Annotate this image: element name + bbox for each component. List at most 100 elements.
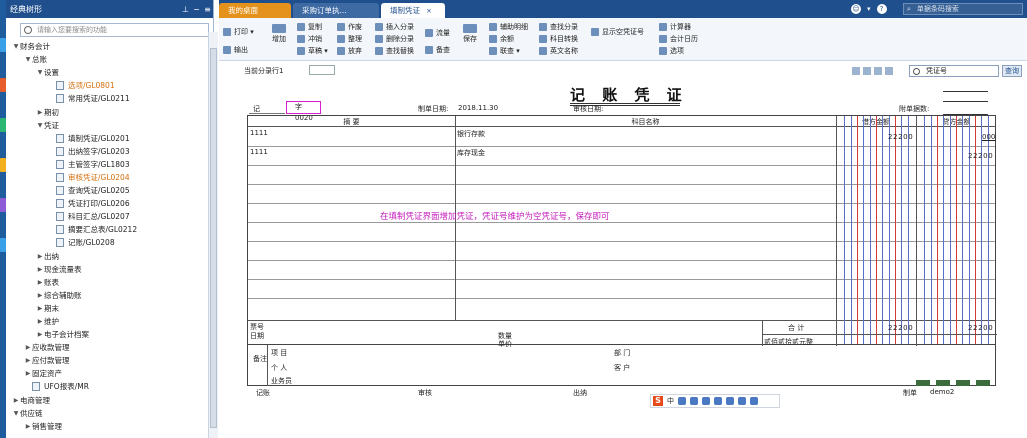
flow-button[interactable]: 流量 [425,28,450,38]
emoji-icon[interactable] [690,397,698,405]
copy-button[interactable]: 复制 [297,22,322,32]
user-icon[interactable]: ☺ [851,4,861,14]
first-page-icon[interactable] [852,67,860,75]
row2-credit[interactable]: 22200 [968,152,993,160]
tree-node[interactable]: UFO报表/MR [6,380,213,393]
tree-node[interactable]: ▶ 期末 [6,302,213,315]
aux-detail-button[interactable]: 辅助明细 [489,22,528,32]
voucher-number-field[interactable]: 字 0020 [286,101,321,122]
current-entry-field[interactable] [309,65,335,75]
find-replace-button[interactable]: 查找替换 [375,46,414,56]
tab-purchase-order[interactable]: 采购订单执... [293,3,379,18]
tree-node[interactable]: ▶ 综合辅助账 [6,289,213,302]
skin-icon[interactable] [738,397,746,405]
tree-node[interactable]: ▼ 凭证 [6,119,213,132]
minimize-icon[interactable]: − [191,5,202,14]
barcode-search-input[interactable]: ⌕ 单据条码搜索 [903,3,1023,15]
row2-summary[interactable]: 1111 [250,148,268,156]
export-button[interactable]: 输出 [223,45,248,55]
row2-account[interactable]: 库存现金 [457,148,485,158]
link-query-button[interactable]: 联查 ▾ [489,46,520,56]
collapse-arrow-icon[interactable]: ▼ [12,43,20,50]
tree-node[interactable]: ▶ 现金流量表 [6,263,213,276]
tree-node[interactable]: ▼ 供应链 [6,407,213,420]
tree-node[interactable]: 出纳签字/GL0203 [6,145,213,158]
tree-search-input[interactable]: 请输入您要搜索的功能 [20,23,209,37]
save-button[interactable]: 保存 [463,24,477,44]
voucher-search-input[interactable]: 凭证号 [909,65,999,77]
row1-account[interactable]: 银行存款 [457,129,485,139]
toolbox-icon[interactable] [726,397,734,405]
expand-arrow-icon[interactable]: ▶ [24,423,32,430]
tab-desktop[interactable]: 我的桌面 [219,3,291,18]
tree-node[interactable]: 审核凭证/GL0204 [6,171,213,184]
tree-node[interactable]: 科目汇总/GL0207 [6,210,213,223]
tab-fill-voucher[interactable]: 填制凭证 × [381,3,445,18]
account-convert-button[interactable]: 科目转换 [539,34,578,44]
expand-arrow-icon[interactable]: ▶ [36,279,44,286]
tree-node[interactable]: ▶ 账表 [6,276,213,289]
discard-button[interactable]: 放弃 [337,46,362,56]
ime-language[interactable]: 中 [667,396,674,406]
show-empty-number-button[interactable]: 显示空凭证号 [591,27,644,37]
tree-node[interactable]: 选项/GL0801 [6,79,213,92]
tree-node[interactable]: ▶ 电子会计档案 [6,328,213,341]
tree-node[interactable]: 凭证打印/GL0206 [6,197,213,210]
expand-arrow-icon[interactable]: ▶ [36,305,44,312]
expand-arrow-icon[interactable]: ▶ [24,344,32,351]
tree-node[interactable]: 查询凭证/GL0205 [6,184,213,197]
dropdown-icon[interactable]: ▾ [867,5,871,13]
tree-node[interactable]: ▶ 应收款管理 [6,341,213,354]
close-icon[interactable]: × [426,7,432,15]
tree-node[interactable]: ▶ 期初 [6,105,213,118]
menu-icon[interactable] [750,397,758,405]
balance-button[interactable]: 余额 [489,34,514,44]
voice-icon[interactable] [702,397,710,405]
tree-node[interactable]: 填制凭证/GL0201 [6,132,213,145]
collapse-arrow-icon[interactable]: ▼ [12,410,20,417]
expand-arrow-icon[interactable]: ▶ [36,331,44,338]
date-value[interactable]: 2018.11.30 [458,104,498,112]
status-icon[interactable] [976,380,990,386]
tidy-button[interactable]: 整理 [337,34,362,44]
expand-arrow-icon[interactable]: ▶ [36,292,44,299]
calculator-button[interactable]: 计算器 [659,22,691,32]
collapse-arrow-icon[interactable]: ▼ [36,122,44,129]
help-icon[interactable]: ? [876,4,887,14]
settings-icon[interactable]: ≡ [202,5,213,14]
void-button[interactable]: 作废 [337,22,362,32]
scrollbar-thumb[interactable] [210,48,217,428]
tree-node[interactable]: ▶ 应付款管理 [6,354,213,367]
row1-debit[interactable]: 22200 [888,133,913,141]
tree-node[interactable]: 摘要汇总表/GL0212 [6,223,213,236]
reverse-button[interactable]: 冲销 [297,34,322,44]
status-icon[interactable] [916,380,930,386]
expand-arrow-icon[interactable]: ▶ [12,397,20,404]
insert-entry-button[interactable]: 插入分录 [375,22,414,32]
tree-node[interactable]: 主管签字/GL1803 [6,158,213,171]
print-button[interactable]: 打印 ▾ [223,27,254,37]
expand-arrow-icon[interactable]: ▶ [24,370,32,377]
add-button[interactable]: 增加 [272,24,286,44]
last-page-icon[interactable] [885,67,893,75]
delete-entry-button[interactable]: 删除分录 [375,34,414,44]
expand-arrow-icon[interactable]: ▶ [36,318,44,325]
tree-node[interactable]: ▼ 设置 [6,66,213,79]
tree-node[interactable]: ▶ 电商管理 [6,394,213,407]
tree-scrollbar[interactable] [208,32,218,438]
keyboard-icon[interactable] [714,397,722,405]
tree-node[interactable]: ▶ 出纳 [6,250,213,263]
tree-node[interactable]: 常用凭证/GL0211 [6,92,213,105]
english-name-button[interactable]: 英文名称 [539,46,578,56]
status-icon[interactable] [956,380,970,386]
tree-node[interactable]: 记账/GL0208 [6,236,213,249]
expand-arrow-icon[interactable]: ▶ [24,357,32,364]
pin-icon[interactable]: ⊥ [180,5,191,14]
punctuation-icon[interactable] [678,397,686,405]
tree-node[interactable]: ▼ 总账 [6,53,213,66]
tree-node[interactable]: ▶ 固定资产 [6,367,213,380]
prev-page-icon[interactable] [863,67,871,75]
next-page-icon[interactable] [874,67,882,75]
row1-summary[interactable]: 1111 [250,129,268,137]
collapse-arrow-icon[interactable]: ▼ [36,69,44,76]
